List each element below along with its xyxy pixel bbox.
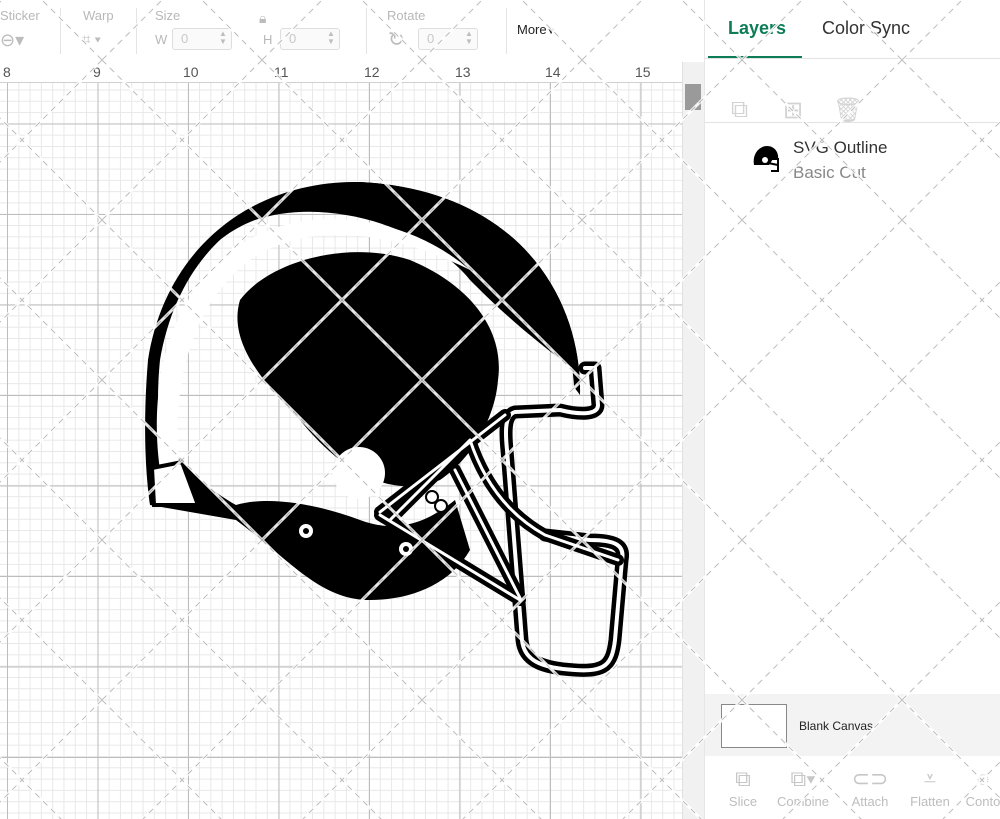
horizontal-ruler: 8 9 10 11 12 13 14 15: [0, 62, 682, 83]
width-value: 0: [181, 31, 189, 46]
layer-operation: Basic Cut: [793, 163, 866, 182]
scroll-thumb[interactable]: [685, 84, 701, 110]
combine-label: Combine: [776, 794, 830, 809]
delete-icon[interactable]: 🗑︎: [833, 96, 863, 125]
height-value: 0: [289, 31, 297, 46]
size-label: Size: [155, 8, 181, 23]
helmet-thumbnail-icon: [753, 146, 779, 172]
flatten-icon: ⩡: [923, 766, 937, 791]
back-pad: [149, 459, 201, 507]
height-stepper[interactable]: ▲ ▼: [326, 30, 336, 47]
slice-button[interactable]: ⧉ Slice: [723, 766, 763, 809]
edit-toolbar: Sticker ⊖▾ Warp ⌗ ▾ Size W 0 ▲ ▼ 🔒︎ H 0 ▲…: [0, 0, 704, 63]
lock-icon[interactable]: 🔒︎: [259, 10, 266, 27]
attach-icon: ⊂⊃: [851, 766, 889, 791]
width-stepper[interactable]: ▲ ▼: [218, 30, 228, 47]
ruler-tick: 10: [183, 64, 199, 80]
ruler-tick: 8: [3, 64, 11, 80]
height-input[interactable]: 0 ▲ ▼: [280, 28, 340, 50]
contour-icon: ◌: [976, 766, 990, 791]
jaw-panel: [150, 500, 470, 600]
more-label: More: [517, 22, 547, 37]
width-input[interactable]: 0 ▲ ▼: [172, 28, 232, 50]
slice-icon: ⧉: [735, 766, 751, 791]
divider: [705, 122, 1000, 123]
contour-button[interactable]: ◌ Conto: [963, 766, 1000, 809]
divider: [136, 8, 137, 54]
canvas-swatch[interactable]: [721, 704, 787, 748]
helmet-graphic[interactable]: [0, 83, 682, 819]
combine-button[interactable]: ⧉▾ Combine: [773, 766, 833, 809]
divider: [705, 58, 1000, 59]
width-label: W: [155, 32, 168, 47]
blank-canvas-row[interactable]: Blank Canvas: [705, 694, 1000, 756]
sticker-icon[interactable]: ⊖▾: [0, 30, 24, 51]
ruler-tick: 9: [93, 64, 101, 80]
ruler-tick: 11: [274, 64, 289, 80]
layer-row[interactable]: SVG Outline Basic Cut: [705, 130, 1000, 190]
rotate-value: 0: [427, 31, 435, 46]
rotate-stepper[interactable]: ▲ ▼: [464, 30, 474, 47]
divider: [60, 8, 61, 54]
blank-canvas-label: Blank Canvas: [799, 719, 874, 733]
flatten-label: Flatten: [910, 794, 950, 809]
attach-button[interactable]: ⊂⊃ Attach: [845, 766, 895, 809]
warp-label: Warp: [83, 8, 114, 23]
contour-label: Conto: [965, 794, 1000, 809]
tab-color-sync[interactable]: Color Sync: [822, 18, 910, 39]
duplicate-icon[interactable]: ⊞: [783, 96, 803, 125]
combine-icon: ⧉▾: [790, 766, 816, 791]
layer-name: SVG Outline: [793, 138, 888, 157]
layers-panel: Layers Color Sync ⧉ ⊞ 🗑︎ SVG Outline Bas…: [704, 0, 1000, 819]
attach-label: Attach: [851, 794, 889, 809]
ear-hole: [333, 447, 385, 499]
more-button[interactable]: More▼: [517, 22, 556, 37]
ruler-tick: 13: [455, 64, 471, 80]
ruler-tick: 14: [545, 64, 561, 80]
rotate-input[interactable]: 0 ▲ ▼: [418, 28, 478, 50]
divider: [366, 8, 367, 54]
height-label: H: [263, 32, 273, 47]
group-icon[interactable]: ⧉: [731, 96, 748, 124]
sticker-label: Sticker: [0, 8, 40, 23]
design-canvas[interactable]: [0, 83, 682, 819]
vertical-scrollbar[interactable]: [682, 62, 705, 819]
flatten-button[interactable]: ⩡ Flatten: [905, 766, 955, 809]
rotate-label: Rotate: [387, 8, 426, 23]
slice-label: Slice: [728, 794, 758, 809]
ruler-tick: 15: [635, 64, 651, 80]
rotate-icon: ↻: [388, 29, 405, 51]
warp-icon[interactable]: ⌗ ▾: [82, 31, 101, 48]
divider: [506, 8, 507, 54]
ruler-tick: 12: [364, 64, 380, 80]
tab-layers[interactable]: Layers: [728, 18, 786, 39]
caret-down-icon: ▼: [546, 26, 556, 36]
